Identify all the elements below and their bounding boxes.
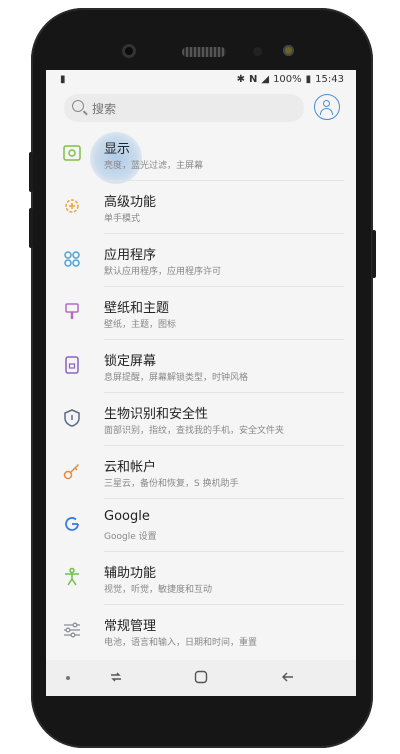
iris-sensor xyxy=(283,45,294,56)
settings-item-subtitle: 单手模式 xyxy=(104,214,141,224)
lock-icon xyxy=(60,353,84,377)
shield-icon xyxy=(60,406,84,430)
settings-item-title: 应用程序 xyxy=(104,248,157,263)
settings-item-lockscreen[interactable]: 锁定屏幕 息屏提醒，屏幕解锁类型，时钟风格 xyxy=(46,340,356,393)
settings-item-biometrics[interactable]: 生物识别和安全性 面部识别，指纹，查找我的手机，安全文件夹 xyxy=(46,393,356,446)
settings-item-title: 壁纸和主题 xyxy=(104,301,170,316)
settings-item-subtitle: 面部识别，指纹，查找我的手机，安全文件夹 xyxy=(104,426,285,436)
settings-item-cloud[interactable]: 云和帐户 三星云，备份和恢复，S 换机助手 xyxy=(46,446,356,499)
settings-item-subtitle: Google 设置 xyxy=(104,532,157,542)
settings-list: 显示 亮度，蓝光过滤，主屏幕 高级功能 单手模式 应用程序 默认应用程序，应用程… xyxy=(46,128,356,658)
gear-plus-icon xyxy=(60,194,84,218)
back-button[interactable] xyxy=(280,669,296,689)
settings-item-title: 常规管理 xyxy=(104,619,157,634)
bixby-button xyxy=(29,208,33,248)
front-camera xyxy=(122,44,136,58)
settings-item-general[interactable]: 常规管理 电池，语言和输入，日期和时间，重置 xyxy=(46,605,356,658)
settings-item-title: Google xyxy=(104,509,150,524)
settings-screen: ▮ ✱ N ◢ 100% ▮ 15:43 显示 亮度，蓝光过滤，主屏幕 xyxy=(46,70,356,696)
search-icon xyxy=(72,100,84,112)
settings-item-subtitle: 电池，语言和输入，日期和时间，重置 xyxy=(104,638,258,648)
settings-item-title: 生物识别和安全性 xyxy=(104,407,209,422)
battery-icon: ▮ xyxy=(305,74,312,85)
sd-card-icon: ▮ xyxy=(60,74,66,85)
settings-item-subtitle: 壁纸，主题，图标 xyxy=(104,320,177,330)
battery-percent: 100% xyxy=(273,74,302,85)
home-button[interactable] xyxy=(193,669,209,689)
navigation-bar xyxy=(46,660,356,696)
settings-item-google[interactable]: Google Google 设置 xyxy=(46,499,356,552)
account-icon xyxy=(323,100,330,107)
search-bar[interactable] xyxy=(64,94,304,122)
nfc-icon: N xyxy=(248,74,258,85)
settings-item-display[interactable]: 显示 亮度，蓝光过滤，主屏幕 xyxy=(46,128,356,184)
clock: 15:43 xyxy=(315,74,344,85)
power-button xyxy=(372,230,376,278)
settings-item-subtitle: 息屏提醒，屏幕解锁类型，时钟风格 xyxy=(104,373,249,383)
settings-item-advanced[interactable]: 高级功能 单手模式 xyxy=(46,181,356,234)
settings-item-wallpaper[interactable]: 壁纸和主题 壁纸，主题，图标 xyxy=(46,287,356,340)
settings-item-accessibility[interactable]: 辅助功能 视觉，听觉，敏捷度和互动 xyxy=(46,552,356,605)
brush-icon xyxy=(60,300,84,324)
sliders-icon xyxy=(60,618,84,642)
google-icon xyxy=(60,512,84,536)
status-bar: ▮ ✱ N ◢ 100% ▮ 15:43 xyxy=(46,70,356,90)
settings-item-title: 显示 xyxy=(104,142,131,157)
account-icon-body xyxy=(320,108,333,115)
proximity-sensor xyxy=(253,47,262,56)
accessibility-icon xyxy=(60,565,84,589)
earpiece xyxy=(182,47,226,57)
settings-item-subtitle: 三星云，备份和恢复，S 换机助手 xyxy=(104,479,239,489)
recents-button[interactable] xyxy=(108,669,124,689)
account-button[interactable] xyxy=(314,94,340,120)
key-icon xyxy=(60,459,84,483)
settings-item-subtitle: 亮度，蓝光过滤，主屏幕 xyxy=(104,161,204,171)
settings-item-title: 高级功能 xyxy=(104,195,157,210)
settings-item-title: 云和帐户 xyxy=(104,460,157,475)
search-input[interactable] xyxy=(90,98,274,120)
bluetooth-icon: ✱ xyxy=(236,74,245,85)
nav-indicator-dot xyxy=(66,676,70,680)
display-icon xyxy=(60,141,84,165)
volume-button xyxy=(29,152,33,192)
status-icons: ✱ N ◢ 100% ▮ 15:43 xyxy=(237,74,344,85)
settings-item-subtitle: 视觉，听觉，敏捷度和互动 xyxy=(104,585,213,595)
apps-icon xyxy=(60,247,84,271)
settings-item-title: 辅助功能 xyxy=(104,566,157,581)
signal-icon: ◢ xyxy=(261,74,270,85)
settings-item-subtitle: 默认应用程序，应用程序许可 xyxy=(104,267,222,277)
settings-item-apps[interactable]: 应用程序 默认应用程序，应用程序许可 xyxy=(46,234,356,287)
settings-item-title: 锁定屏幕 xyxy=(104,354,157,369)
